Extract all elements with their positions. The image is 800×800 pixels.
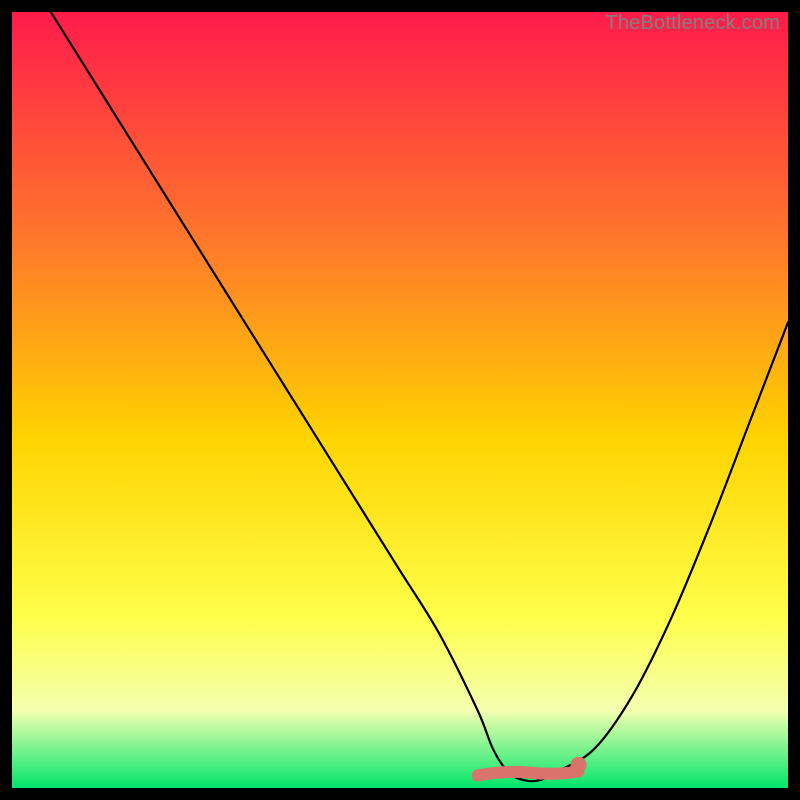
flat-region-marker: [478, 772, 579, 776]
optimal-point-marker: [571, 757, 587, 773]
chart-svg: [12, 12, 788, 788]
chart-frame: TheBottleneck.com: [12, 12, 788, 788]
gradient-background: [12, 12, 788, 788]
watermark-text: TheBottleneck.com: [605, 12, 780, 35]
